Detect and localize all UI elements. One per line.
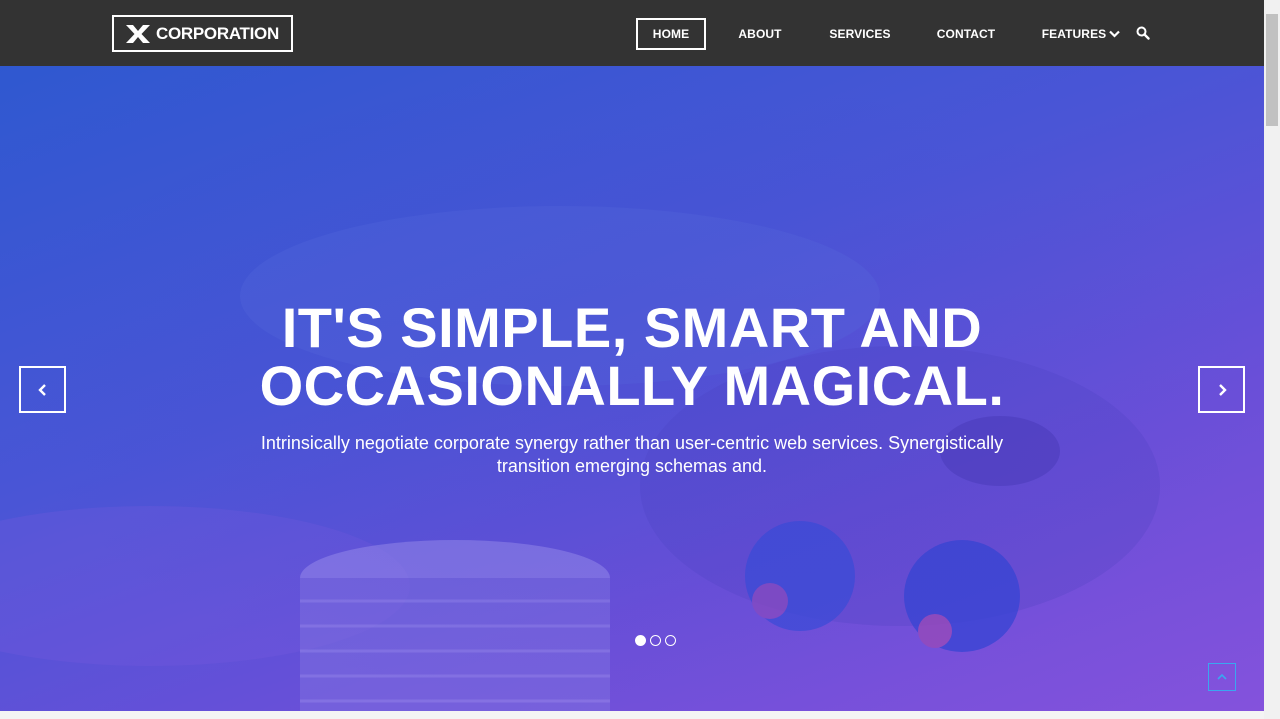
slider-dot-2[interactable] — [650, 635, 661, 646]
slider-dot-1[interactable] — [635, 635, 646, 646]
arrow-up-icon — [1217, 673, 1227, 680]
chevron-down-icon — [1109, 30, 1121, 38]
search-icon[interactable] — [1136, 26, 1150, 40]
hero-title: IT'S SIMPLE, SMART AND OCCASIONALLY MAGI… — [200, 299, 1064, 415]
vertical-scrollbar[interactable] — [1264, 0, 1280, 719]
hero-slider: IT'S SIMPLE, SMART AND OCCASIONALLY MAGI… — [0, 66, 1264, 711]
hero-subtitle: Intrinsically negotiate corporate synerg… — [232, 432, 1032, 478]
slider-next-button[interactable] — [1198, 366, 1245, 413]
page-bottom-edge — [0, 711, 1264, 719]
hero-title-line-2: OCCASIONALLY MAGICAL. — [259, 354, 1005, 417]
hero-subtitle-line-2: transition emerging schemas and. — [496, 456, 768, 476]
nav-contact[interactable]: CONTACT — [930, 18, 1002, 50]
slider-prev-button[interactable] — [19, 366, 66, 413]
slider-dot-3[interactable] — [665, 635, 676, 646]
x-logo-icon — [126, 24, 150, 43]
nav-features-label: FEATURES — [1041, 27, 1107, 41]
slider-pagination — [635, 635, 676, 646]
nav-features[interactable]: FEATURES — [1040, 18, 1122, 50]
hero-subtitle-line-1: Intrinsically negotiate corporate synerg… — [260, 433, 1004, 453]
hero-title-line-1: IT'S SIMPLE, SMART AND — [281, 296, 983, 359]
back-to-top-button[interactable] — [1208, 663, 1236, 691]
top-navbar: CORPORATION HOME ABOUT SERVICES CONTACT … — [0, 0, 1264, 66]
brand-logo[interactable]: CORPORATION — [112, 15, 293, 52]
scrollbar-thumb[interactable] — [1266, 14, 1278, 126]
nav-about[interactable]: ABOUT — [730, 18, 790, 50]
chevron-right-icon — [1218, 383, 1227, 396]
nav-home[interactable]: HOME — [636, 18, 706, 50]
chevron-left-icon — [37, 383, 46, 396]
brand-name: CORPORATION — [156, 23, 279, 43]
nav-services[interactable]: SERVICES — [822, 18, 898, 50]
